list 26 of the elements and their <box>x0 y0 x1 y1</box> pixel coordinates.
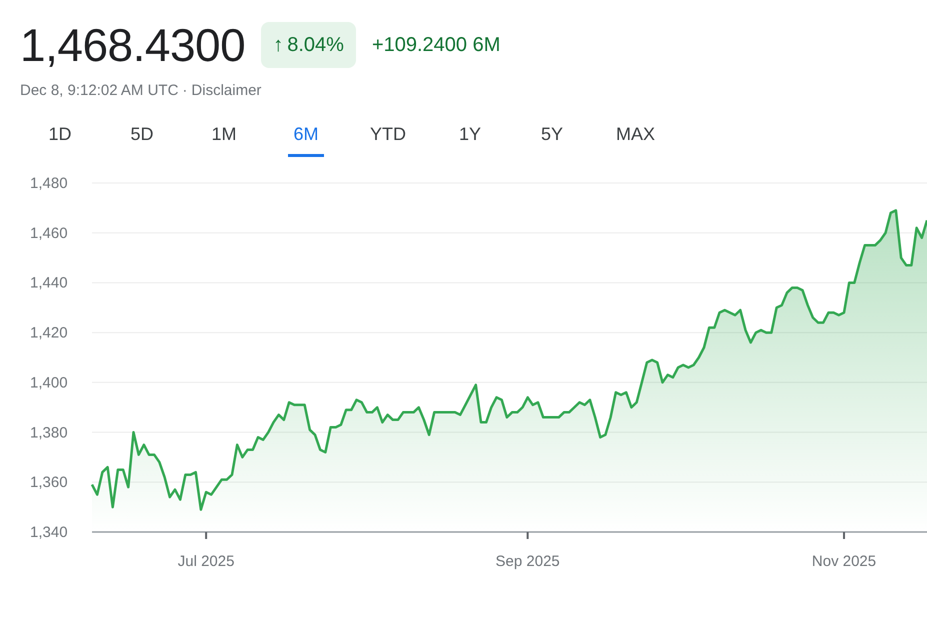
range-tab[interactable]: 6M <box>288 116 324 156</box>
timestamp: Dec 8, 9:12:02 AM UTC <box>20 81 178 101</box>
range-tab[interactable]: YTD <box>370 116 406 156</box>
disclaimer-link[interactable]: Disclaimer <box>191 80 262 102</box>
change-percent: 8.04% <box>287 33 344 58</box>
range-tab[interactable]: MAX <box>616 116 656 156</box>
stock-price: 1,468.4300 <box>20 22 246 68</box>
y-axis-label: 1,360 <box>30 474 68 491</box>
y-axis-label: 1,460 <box>30 224 68 242</box>
y-axis-label: 1,400 <box>30 374 68 391</box>
range-tab[interactable]: 5D <box>124 116 160 156</box>
range-tab[interactable]: 1D <box>42 116 78 156</box>
y-axis-label: 1,420 <box>30 324 68 342</box>
x-axis-label: Jul 2025 <box>178 552 234 570</box>
y-axis-label: 1,340 <box>30 524 68 540</box>
y-axis-label: 1,480 <box>30 174 68 192</box>
change-value: +109.2400 6M <box>372 33 500 58</box>
separator: · <box>182 81 188 101</box>
arrow-icon: ↑ <box>273 30 284 60</box>
range-tab[interactable]: 1M <box>206 116 242 156</box>
x-axis-label: Sep 2025 <box>496 552 560 570</box>
range-tab[interactable]: 5Y <box>534 116 570 156</box>
x-axis-label: Nov 2025 <box>812 552 876 570</box>
range-tab[interactable]: 1Y <box>452 116 488 156</box>
y-axis-label: 1,380 <box>30 424 68 441</box>
y-axis-label: 1,440 <box>30 274 68 292</box>
